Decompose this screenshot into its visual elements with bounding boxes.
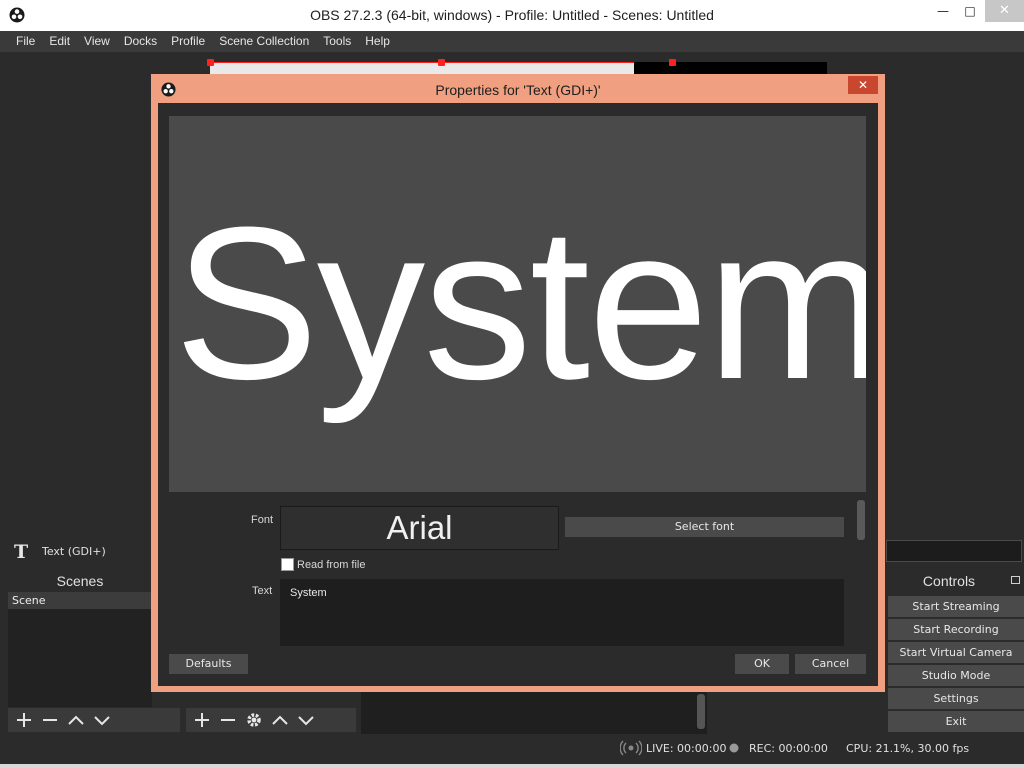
source-item[interactable]: T Text (GDI+) <box>8 537 152 567</box>
source-preview: System <box>169 116 866 492</box>
scene-list-item[interactable]: Scene <box>8 592 152 609</box>
menu-profile[interactable]: Profile <box>164 31 212 52</box>
move-source-down-icon[interactable] <box>296 710 316 730</box>
menu-edit[interactable]: Edit <box>42 31 77 52</box>
menu-docks[interactable]: Docks <box>117 31 164 52</box>
controls-dock-title: Controls <box>886 570 1012 592</box>
read-from-file-checkbox[interactable] <box>281 558 294 571</box>
text-label: Text <box>252 585 273 597</box>
undock-icon[interactable] <box>1011 576 1020 584</box>
menu-view[interactable]: View <box>77 31 117 52</box>
transform-handle[interactable] <box>669 59 676 66</box>
close-window-button[interactable]: ✕ <box>985 0 1024 22</box>
ok-button[interactable]: OK <box>735 654 789 674</box>
remove-scene-icon[interactable] <box>40 710 60 730</box>
scenes-list[interactable]: Scene <box>8 592 152 707</box>
dialog-titlebar: Properties for 'Text (GDI+)' ✕ <box>151 74 885 103</box>
read-from-file-label: Read from file <box>297 559 366 571</box>
mixer-scrollbar[interactable] <box>697 694 705 729</box>
preview-canvas-area[interactable] <box>634 62 827 74</box>
studio-mode-button[interactable]: Studio Mode <box>888 665 1024 686</box>
cancel-button[interactable]: Cancel <box>795 654 866 674</box>
menu-scene-collection[interactable]: Scene Collection <box>212 31 316 52</box>
font-display: Arial <box>280 506 559 550</box>
menu-file[interactable]: File <box>9 31 42 52</box>
record-dot-icon <box>729 743 739 756</box>
defaults-button[interactable]: Defaults <box>169 654 248 674</box>
start-recording-button[interactable]: Start Recording <box>888 619 1024 640</box>
broadcast-icon <box>619 740 643 759</box>
transform-handle[interactable] <box>438 59 445 66</box>
live-timer: LIVE: 00:00:00 <box>646 742 727 755</box>
preview-text: System <box>174 182 866 424</box>
text-input[interactable]: System <box>280 579 844 646</box>
dialog-title: Properties for 'Text (GDI+)' <box>435 82 601 98</box>
transform-handle[interactable] <box>207 59 214 66</box>
menu-help[interactable]: Help <box>358 31 397 52</box>
start-virtual-camera-button[interactable]: Start Virtual Camera <box>888 642 1024 663</box>
minimize-button[interactable]: — <box>928 0 958 22</box>
maximize-button[interactable]: □ <box>955 0 985 22</box>
audio-mixer-panel <box>361 692 707 734</box>
transition-field[interactable] <box>886 540 1022 562</box>
move-scene-down-icon[interactable] <box>92 710 112 730</box>
gear-icon[interactable] <box>244 710 264 730</box>
settings-button[interactable]: Settings <box>888 688 1024 709</box>
dialog-body: System Font Arial Select font Read from … <box>158 103 878 686</box>
cpu-fps-readout: CPU: 21.1%, 30.00 fps <box>846 742 970 755</box>
font-label: Font <box>251 514 274 526</box>
add-scene-icon[interactable] <box>14 710 34 730</box>
window-titlebar: OBS 27.2.3 (64-bit, windows) - Profile: … <box>0 0 1024 31</box>
exit-button[interactable]: Exit <box>888 711 1024 732</box>
scenes-toolbar <box>8 708 180 732</box>
move-scene-up-icon[interactable] <box>66 710 86 730</box>
window-title: OBS 27.2.3 (64-bit, windows) - Profile: … <box>310 7 714 23</box>
menu-tools[interactable]: Tools <box>316 31 358 52</box>
dialog-close-button[interactable]: ✕ <box>848 76 878 94</box>
preview-source-bounds[interactable] <box>210 62 634 74</box>
sources-toolbar <box>186 708 356 732</box>
add-source-icon[interactable] <box>192 710 212 730</box>
select-font-button[interactable]: Select font <box>565 517 844 537</box>
move-source-up-icon[interactable] <box>270 710 290 730</box>
text-source-icon: T <box>14 541 29 563</box>
scenes-dock-title: Scenes <box>8 570 152 592</box>
start-streaming-button[interactable]: Start Streaming <box>888 596 1024 617</box>
properties-scrollbar[interactable] <box>857 500 865 540</box>
bottom-edge <box>0 764 1024 768</box>
remove-source-icon[interactable] <box>218 710 238 730</box>
menu-bar: File Edit View Docks Profile Scene Colle… <box>0 31 1024 52</box>
rec-timer: REC: 00:00:00 <box>749 742 828 755</box>
source-item-label: Text (GDI+) <box>42 545 106 558</box>
properties-dialog: Properties for 'Text (GDI+)' ✕ System Fo… <box>151 74 885 692</box>
